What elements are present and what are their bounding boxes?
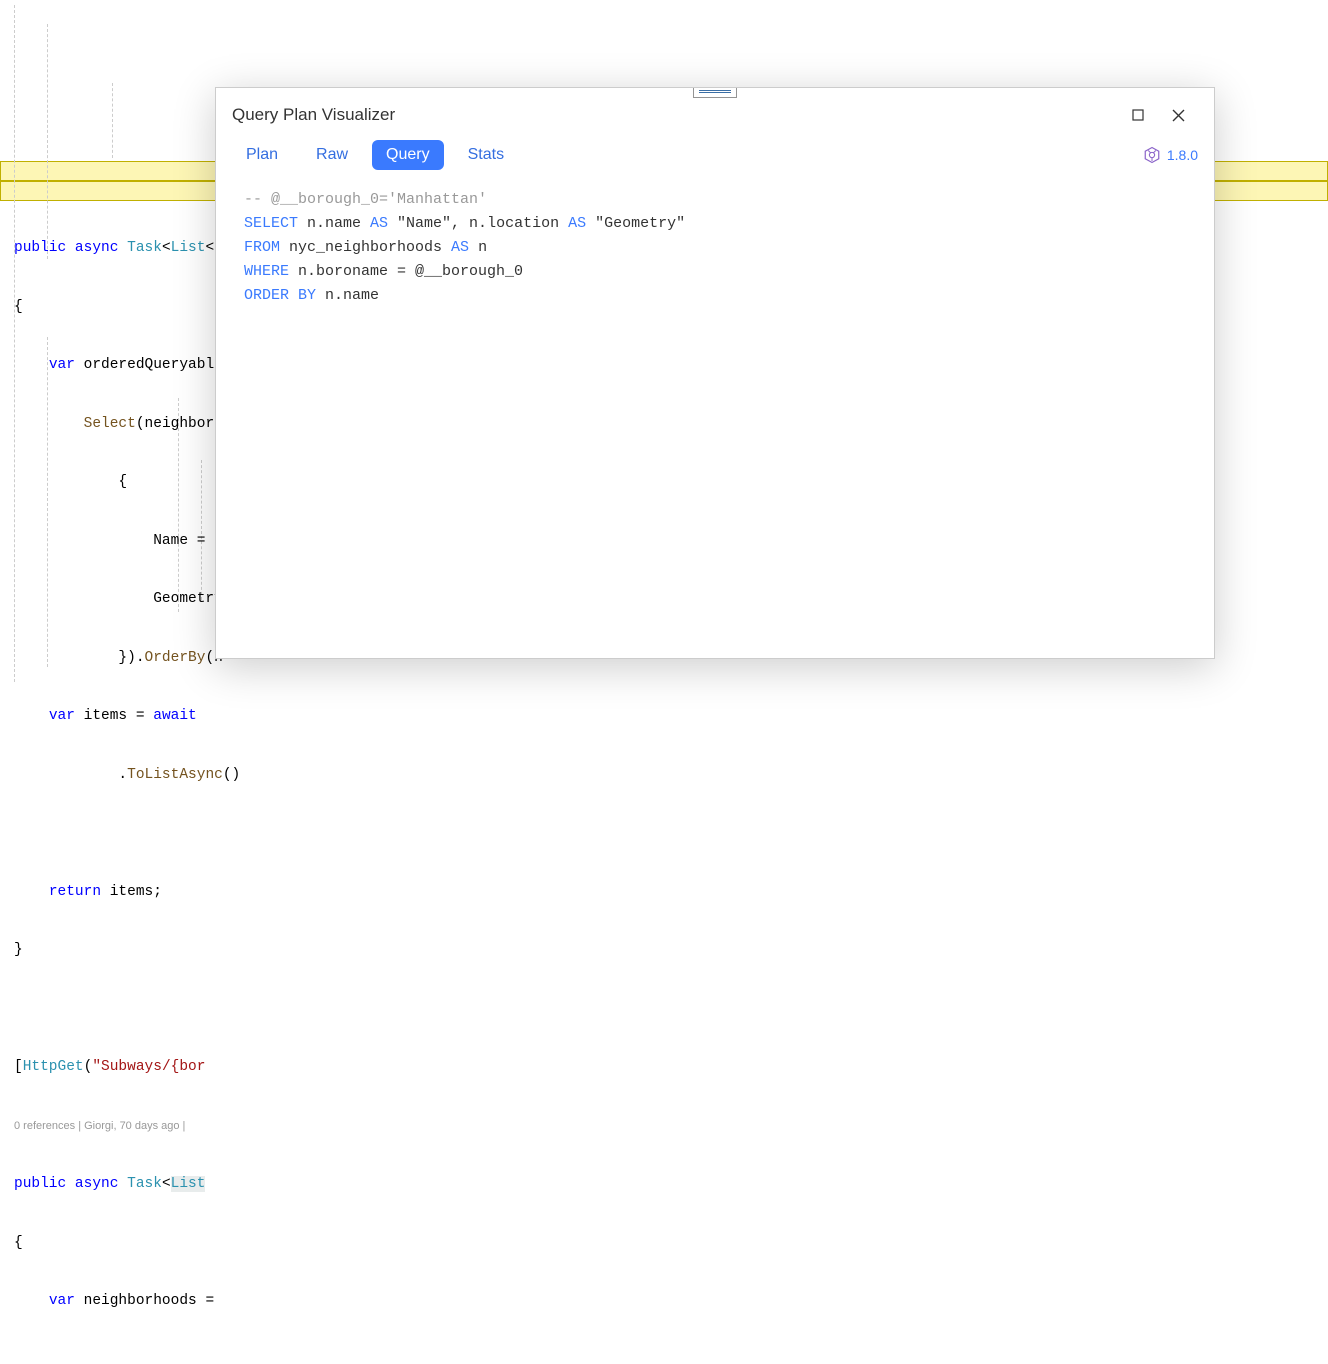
tab-stats[interactable]: Stats — [454, 140, 518, 170]
app-logo-icon — [1143, 146, 1161, 164]
sql-line: SELECT n.name AS "Name", n.location AS "… — [244, 212, 1186, 236]
close-button[interactable] — [1162, 102, 1194, 128]
tab-query[interactable]: Query — [372, 140, 444, 170]
tab-bar: Plan Raw Query Stats 1.8.0 — [216, 134, 1214, 180]
version-text: 1.8.0 — [1167, 147, 1198, 163]
sql-comment: -- @__borough_0='Manhattan' — [244, 188, 1186, 212]
sql-line: WHERE n.boroname = @__borough_0 — [244, 260, 1186, 284]
dialog-title: Query Plan Visualizer — [232, 105, 1114, 125]
tab-raw[interactable]: Raw — [302, 140, 362, 170]
close-icon — [1172, 109, 1185, 122]
maximize-icon — [1132, 109, 1144, 121]
sql-line: FROM nyc_neighborhoods AS n — [244, 236, 1186, 260]
query-plan-dialog: Query Plan Visualizer Plan Raw Query Sta… — [215, 87, 1215, 659]
sql-line: ORDER BY n.name — [244, 284, 1186, 308]
drag-handle[interactable] — [693, 88, 737, 98]
maximize-button[interactable] — [1122, 102, 1154, 128]
sql-content[interactable]: -- @__borough_0='Manhattan' SELECT n.nam… — [216, 180, 1214, 316]
tab-plan[interactable]: Plan — [232, 140, 292, 170]
version-badge[interactable]: 1.8.0 — [1143, 146, 1198, 164]
